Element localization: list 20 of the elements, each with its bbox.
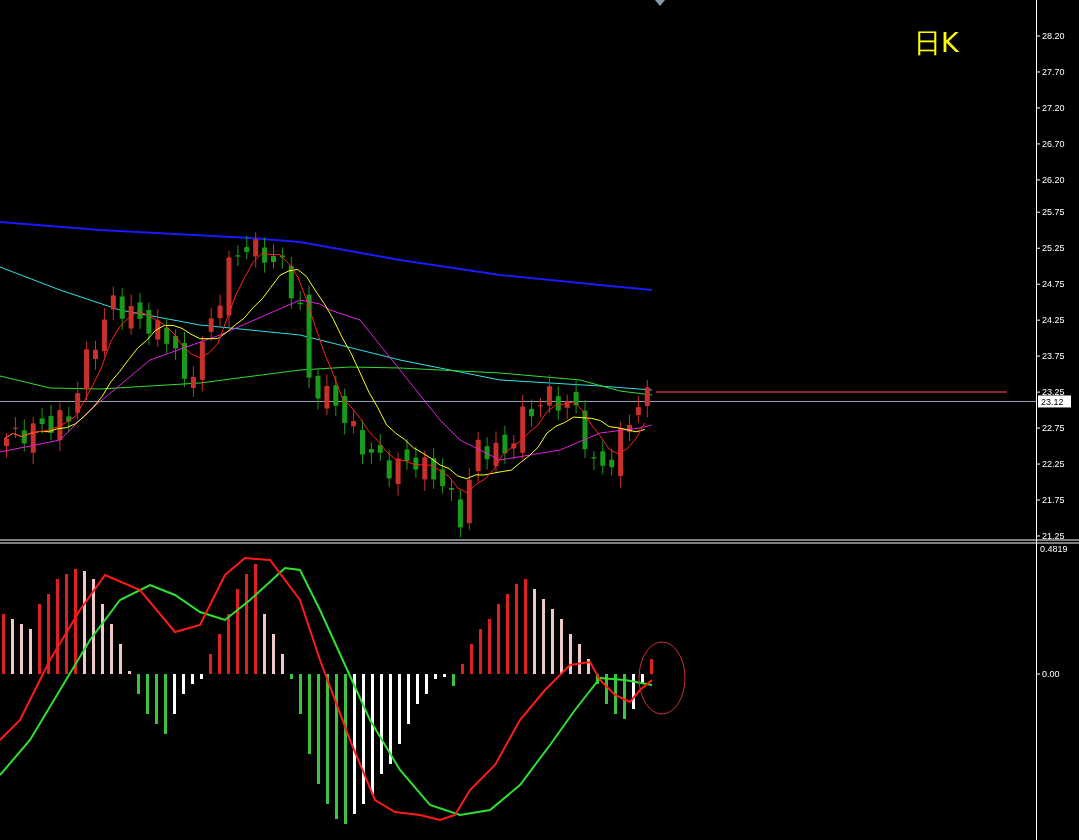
- period-label: 日K: [914, 27, 959, 58]
- macd-zero-label: 0.00: [1042, 669, 1060, 679]
- current-price-tag: 23.12: [1038, 395, 1071, 408]
- price-tick-label: 24.25: [1042, 315, 1065, 326]
- macd-max-label: 0.4819: [1040, 544, 1068, 554]
- price-tick-label: 22.75: [1042, 423, 1065, 434]
- price-tick-label: 26.20: [1042, 174, 1065, 185]
- price-tick-label: 23.75: [1042, 351, 1065, 362]
- price-tick-label: 26.70: [1042, 138, 1065, 149]
- price-tick-label: 28.20: [1042, 31, 1065, 41]
- price-tick-label: 27.20: [1042, 102, 1065, 113]
- price-tick-label: 25.75: [1042, 207, 1065, 218]
- price-tick-label: 21.25: [1042, 531, 1065, 541]
- price-tick-label: 21.75: [1042, 495, 1065, 505]
- price-tick-label: 23.25: [1042, 387, 1065, 398]
- price-tick-label: 22.25: [1042, 459, 1065, 470]
- price-tick-label: 24.75: [1042, 279, 1065, 290]
- marker-icon: [655, 0, 665, 6]
- price-tick-label: 27.70: [1042, 66, 1065, 77]
- price-tick-label: 25.25: [1042, 243, 1065, 254]
